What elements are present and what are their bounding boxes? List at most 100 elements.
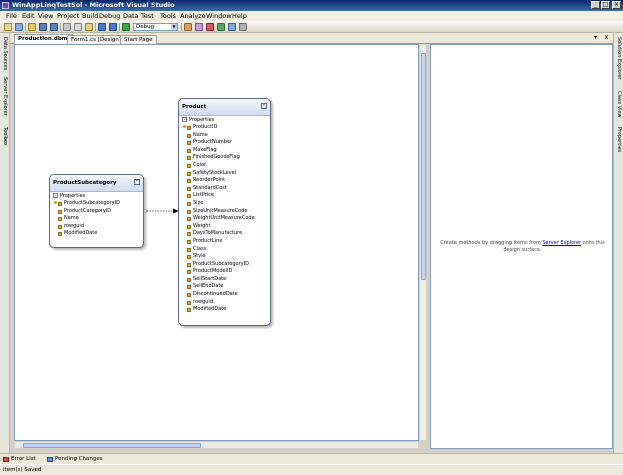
scrollbar-thumb[interactable] xyxy=(23,443,201,448)
entity-product[interactable]: Product ^ - Properties ProductID Name Pro… xyxy=(178,98,271,326)
property-row[interactable]: ModifiedDate xyxy=(179,306,270,314)
tab-toolbox[interactable]: Toolbox xyxy=(1,127,9,146)
menu-window[interactable]: Window xyxy=(206,12,232,20)
vertical-scrollbar[interactable] xyxy=(419,44,427,441)
find-in-files-icon[interactable] xyxy=(184,23,192,31)
property-row[interactable]: ProductSubcategoryID xyxy=(50,200,143,208)
close-button[interactable]: × xyxy=(612,1,621,9)
chevron-down-icon[interactable]: ▾ xyxy=(594,34,597,41)
collapse-minus-icon[interactable]: - xyxy=(182,117,187,122)
toolbox-icon[interactable] xyxy=(228,23,236,31)
properties-section-header[interactable]: - Properties xyxy=(50,192,143,200)
property-row[interactable]: ProductLine xyxy=(179,238,270,246)
methods-pane[interactable]: Create methods by dragging items from Se… xyxy=(430,44,613,449)
start-debugging-icon[interactable] xyxy=(122,23,130,31)
copy-icon[interactable] xyxy=(74,23,82,31)
property-row[interactable]: ProductCategoryID xyxy=(50,208,143,216)
property-name: ListPrice xyxy=(193,192,214,199)
property-name: ModifiedDate xyxy=(193,306,227,313)
tab-form1-design[interactable]: Form1.cs [Design] xyxy=(67,35,126,44)
property-row[interactable]: ModifiedDate xyxy=(50,230,143,238)
menu-test[interactable]: Test xyxy=(141,12,154,20)
tab-solution-explorer[interactable]: Solution Explorer xyxy=(615,37,623,80)
menu-edit[interactable]: Edit xyxy=(22,12,35,20)
maximize-button[interactable]: □ xyxy=(601,1,610,9)
property-row[interactable]: WeightUnitMeasureCode xyxy=(179,215,270,223)
menu-project[interactable]: Project xyxy=(57,12,79,20)
menu-file[interactable]: File xyxy=(6,12,17,20)
hint-text: Create methods by dragging items from xyxy=(440,240,543,246)
scrollbar-thumb[interactable] xyxy=(421,53,426,280)
property-row[interactable]: Color xyxy=(179,162,270,170)
undo-icon[interactable] xyxy=(98,23,106,31)
close-document-icon[interactable]: × xyxy=(604,34,609,41)
new-project-icon[interactable] xyxy=(4,23,12,31)
property-row[interactable]: DiscontinuedDate xyxy=(179,291,270,299)
property-row[interactable]: SizeUnitMeasureCode xyxy=(179,208,270,216)
solution-explorer-icon[interactable] xyxy=(195,23,203,31)
collapse-icon[interactable]: ^ xyxy=(134,179,140,185)
property-row[interactable]: SafetyStockLevel xyxy=(179,170,270,178)
property-row[interactable]: Name xyxy=(179,132,270,140)
property-row[interactable]: ProductNumber xyxy=(179,139,270,147)
property-row[interactable]: rowguid xyxy=(179,299,270,307)
add-item-icon[interactable] xyxy=(15,23,23,31)
menu-build[interactable]: Build xyxy=(82,12,98,20)
tab-data-sources[interactable]: Data Sources xyxy=(1,37,9,70)
menu-help[interactable]: Help xyxy=(232,12,247,20)
properties-section-header[interactable]: - Properties xyxy=(179,116,270,124)
horizontal-scrollbar[interactable] xyxy=(14,441,419,449)
property-row[interactable]: ProductSubcategoryID xyxy=(179,261,270,269)
properties-window-icon[interactable] xyxy=(206,23,214,31)
section-label: Properties xyxy=(189,117,215,123)
menu-debug[interactable]: Debug xyxy=(99,12,120,20)
tab-properties[interactable]: Properties xyxy=(615,127,623,152)
tab-error-list[interactable]: Error List xyxy=(2,455,36,464)
save-all-icon[interactable] xyxy=(50,23,58,31)
menu-view[interactable]: View xyxy=(38,12,53,20)
property-row[interactable]: SellEndDate xyxy=(179,283,270,291)
entity-productsubcategory[interactable]: ProductSubcategory ^ - Properties Product… xyxy=(49,174,144,248)
tab-class-view[interactable]: Class View xyxy=(615,91,623,118)
open-file-icon[interactable] xyxy=(28,23,36,31)
menu-tools[interactable]: Tools xyxy=(160,12,176,20)
server-explorer-link[interactable]: Server Explorer xyxy=(542,240,581,246)
property-row[interactable]: Name xyxy=(50,215,143,223)
property-row[interactable]: SellStartDate xyxy=(179,276,270,284)
property-row[interactable]: Size xyxy=(179,200,270,208)
collapse-icon[interactable]: ^ xyxy=(261,103,267,109)
property-row[interactable]: ReorderPoint xyxy=(179,177,270,185)
property-row[interactable]: ProductID xyxy=(179,124,270,132)
property-row[interactable]: ListPrice xyxy=(179,192,270,200)
collapse-minus-icon[interactable]: - xyxy=(53,193,58,198)
property-icon xyxy=(58,202,62,206)
tab-start-page[interactable]: Start Page xyxy=(120,35,157,44)
toolbar-options-icon[interactable] xyxy=(239,23,247,31)
property-row[interactable]: ProductModelID xyxy=(179,268,270,276)
property-row[interactable]: rowguid xyxy=(50,223,143,231)
redo-icon[interactable] xyxy=(109,23,117,31)
property-row[interactable]: MakeFlag xyxy=(179,147,270,155)
property-name: Class xyxy=(193,245,207,252)
tab-pending-changes[interactable]: Pending Changes xyxy=(46,455,103,464)
property-name: WeightUnitMeasureCode xyxy=(193,215,255,222)
tab-server-explorer[interactable]: Server Explorer xyxy=(1,77,9,116)
property-row[interactable]: FinishedGoodsFlag xyxy=(179,154,270,162)
minimize-button[interactable]: _ xyxy=(591,1,600,9)
object-browser-icon[interactable] xyxy=(217,23,225,31)
menu-data[interactable]: Data xyxy=(123,12,139,20)
dbml-design-surface[interactable]: ProductSubcategory ^ - Properties Product… xyxy=(14,44,419,441)
solution-configuration-dropdown[interactable]: Debug ▼ xyxy=(133,23,178,31)
save-icon[interactable] xyxy=(39,23,47,31)
toolbar-separator xyxy=(25,23,26,31)
menu-analyze[interactable]: Analyze xyxy=(180,12,206,20)
cut-icon[interactable] xyxy=(63,23,71,31)
paste-icon[interactable] xyxy=(85,23,93,31)
property-row[interactable]: DaysToManufacture xyxy=(179,230,270,238)
property-row[interactable]: Weight xyxy=(179,223,270,231)
property-row[interactable]: Style xyxy=(179,253,270,261)
property-icon xyxy=(187,217,191,222)
tab-production-dbml[interactable]: Production.dbml xyxy=(14,34,74,44)
property-row[interactable]: Class xyxy=(179,246,270,254)
property-row[interactable]: StandardCost xyxy=(179,185,270,193)
